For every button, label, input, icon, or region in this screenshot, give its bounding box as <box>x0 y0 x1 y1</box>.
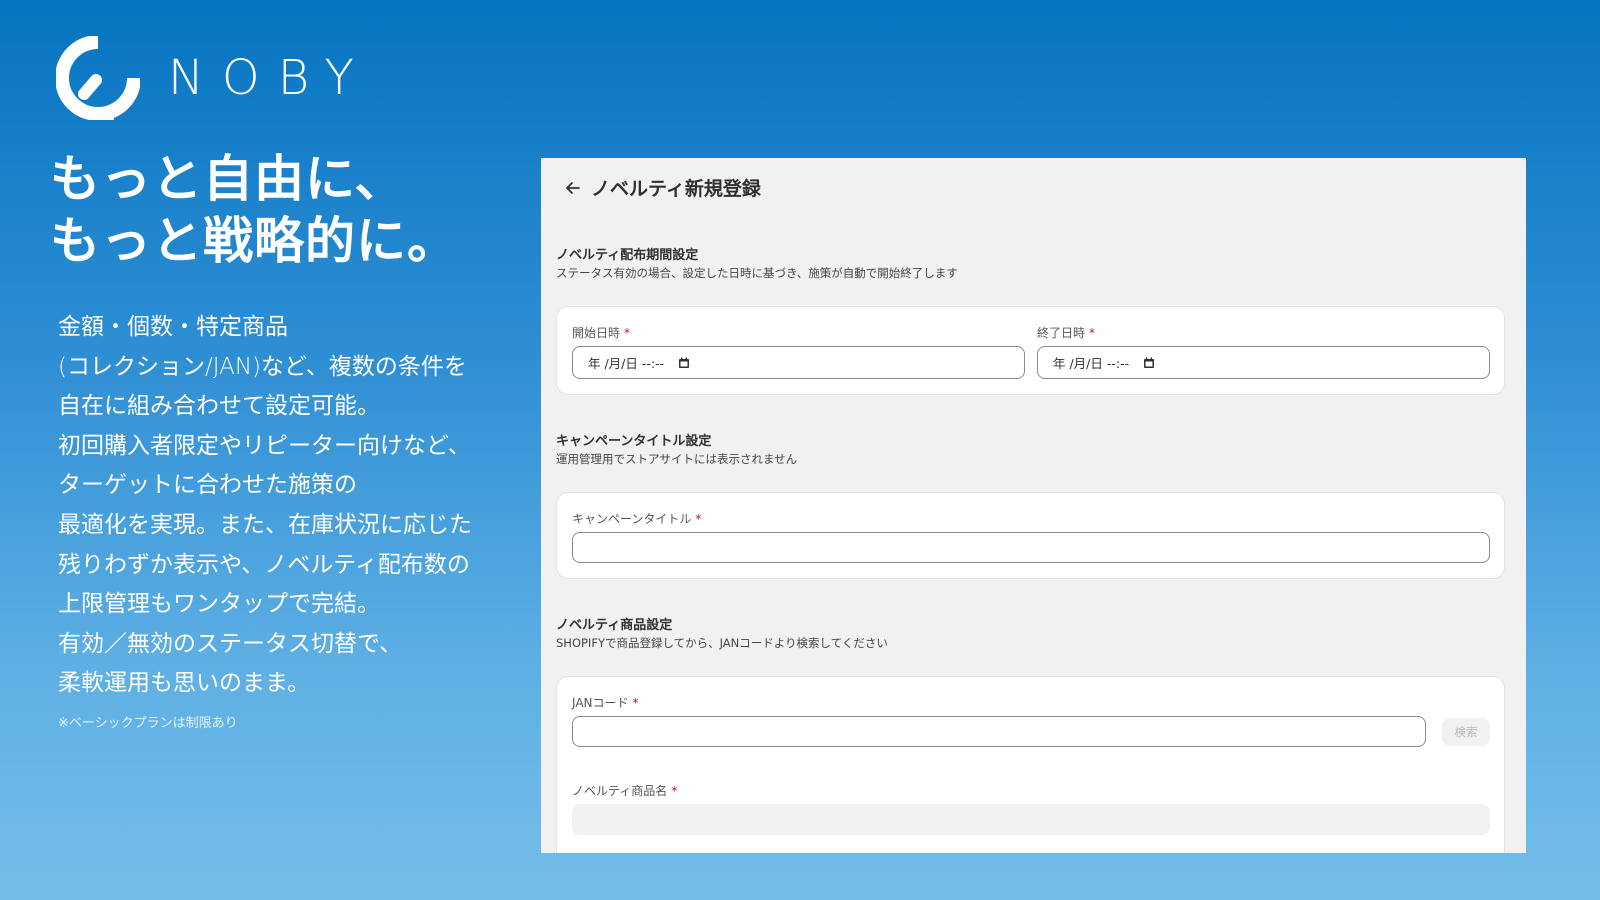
brand-name: NOBY <box>168 50 372 106</box>
description-line: 自在に組み合わせて設定可能。 <box>58 393 380 420</box>
description-line: 上限管理もワンタップで完結。 <box>58 591 380 618</box>
headline-line-2: もっと戦略的に。 <box>50 212 458 270</box>
description-line: 初回購入者限定やリピーター向けなど、 <box>58 432 471 459</box>
panel-header: ノベルティ新規登録 <box>563 174 761 201</box>
headline: もっと自由に、 もっと戦略的に。 <box>50 148 458 272</box>
product-section-title: ノベルティ商品設定 <box>556 618 673 633</box>
headline-line-1: もっと自由に、 <box>50 150 406 208</box>
period-section-title: ノベルティ配布期間設定 <box>556 248 699 263</box>
description-line: 有効／無効のステータス切替で、 <box>58 630 403 657</box>
description-line: 残りわずか表示や、ノベルティ配布数の <box>58 551 470 578</box>
search-button[interactable]: 検索 <box>1442 718 1490 746</box>
novelty-product-name-label: ノベルティ商品名 * <box>572 784 678 798</box>
period-section-subtitle: ステータス有効の場合、設定した日時に基づき、施策が自動で開始終了します <box>556 266 958 280</box>
campaign-section-title: キャンペーンタイトル設定 <box>556 434 712 449</box>
novelty-register-panel: ノベルティ新規登録 ノベルティ配布期間設定 ステータス有効の場合、設定した日時に… <box>541 158 1526 853</box>
jan-code-input[interactable] <box>572 716 1426 747</box>
description-line: (コレクション/JAN)など、複数の条件を <box>58 353 467 380</box>
end-datetime-label: 終了日時 * <box>1037 326 1096 340</box>
jan-code-label: JANコード * <box>572 696 639 710</box>
calendar-icon[interactable] <box>1143 357 1155 369</box>
back-arrow-icon[interactable] <box>563 178 583 198</box>
calendar-icon[interactable] <box>678 357 690 369</box>
noby-logo-icon <box>56 36 140 120</box>
brand-logo: NOBY <box>56 36 372 120</box>
campaign-card: キャンペーンタイトル * <box>556 492 1505 579</box>
description-line: 最適化を実現。また、在庫状況に応じた <box>58 511 472 538</box>
start-datetime-label: 開始日時 * <box>572 326 631 340</box>
description-line: ターゲットに合わせた施策の <box>58 472 357 499</box>
campaign-section-subtitle: 運用管理用でストアサイトには表示されません <box>556 452 798 466</box>
description-line: 金額・個数・特定商品 <box>58 314 288 340</box>
end-datetime-input[interactable]: 年 /月/日 --:-- <box>1037 346 1490 379</box>
campaign-title-label: キャンペーンタイトル * <box>572 512 702 526</box>
product-section-subtitle: SHOPIFYで商品登録してから、JANコードより検索してください <box>556 636 888 650</box>
campaign-title-input[interactable] <box>572 532 1490 563</box>
novelty-product-name-input <box>572 804 1490 835</box>
page-title: ノベルティ新規登録 <box>591 178 761 200</box>
description: 金額・個数・特定商品 (コレクション/JAN)など、複数の条件を 自在に組み合わ… <box>58 308 498 704</box>
start-datetime-input[interactable]: 年 /月/日 --:-- <box>572 346 1025 379</box>
footnote: ※ベーシックプランは制限あり <box>58 716 238 731</box>
description-line: 柔軟運用も思いのまま。 <box>58 670 311 697</box>
product-card: JANコード * 検索 ノベルティ商品名 * <box>556 676 1505 853</box>
period-card: 開始日時 * 年 /月/日 --:-- 終了日時 * 年 /月/日 --:-- <box>556 306 1505 395</box>
